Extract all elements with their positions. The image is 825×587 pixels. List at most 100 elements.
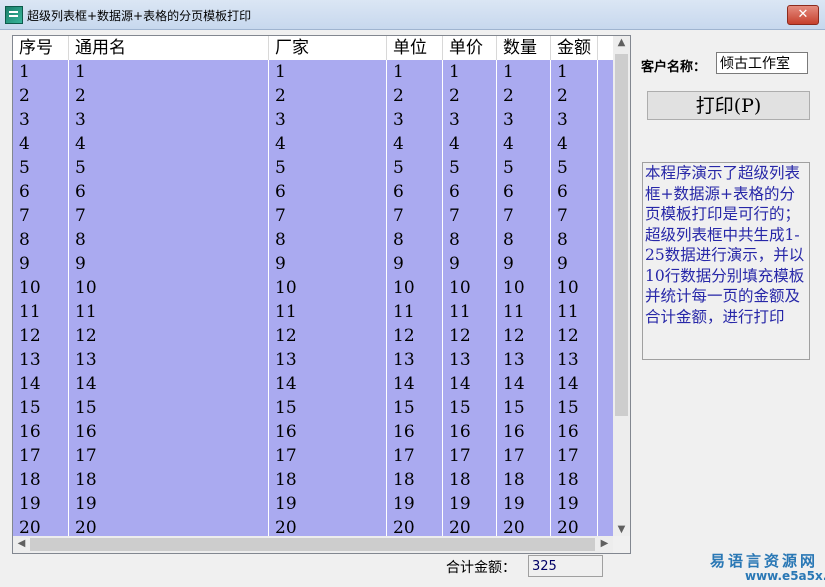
table-cell: 7 (497, 204, 551, 228)
table-cell: 11 (69, 300, 269, 324)
table-cell: 20 (69, 516, 269, 536)
table-cell: 13 (387, 348, 443, 372)
table-cell: 4 (69, 132, 269, 156)
table-cell: 10 (497, 276, 551, 300)
table-row[interactable]: 6666666 (13, 180, 613, 204)
vertical-scroll-thumb[interactable] (615, 54, 628, 416)
table-row[interactable]: 11 11 11 11 11 11 11 (13, 300, 613, 324)
table-cell: 2 (387, 84, 443, 108)
table-cell: 2 (269, 84, 387, 108)
table-row[interactable]: 8888888 (13, 228, 613, 252)
table-row[interactable]: 14 14 14 14 14 14 14 (13, 372, 613, 396)
table-cell: 6 (387, 180, 443, 204)
column-header[interactable]: 单位 (387, 36, 443, 60)
table-row[interactable]: 12 12 12 12 12 12 12 (13, 324, 613, 348)
table-row[interactable]: 9999999 (13, 252, 613, 276)
table-cell: 20 (13, 516, 69, 536)
table-cell: 5 (443, 156, 497, 180)
table-cell: 6 (269, 180, 387, 204)
table-cell: 16 (387, 420, 443, 444)
table-cell: 19 (269, 492, 387, 516)
table-row[interactable]: 1111111 (13, 60, 613, 84)
table-cell: 10 (387, 276, 443, 300)
table-cell: 18 (387, 468, 443, 492)
table-cell: 17 (551, 444, 598, 468)
table-cell: 8 (443, 228, 497, 252)
table-cell: 1 (443, 60, 497, 84)
total-amount-label: 合计金额： (446, 560, 516, 576)
close-button[interactable]: ✕ (787, 5, 819, 25)
table-cell: 10 (69, 276, 269, 300)
column-header[interactable]: 序号 (13, 36, 69, 60)
table-row[interactable]: 10 10 10 10 10 10 10 (13, 276, 613, 300)
print-button[interactable]: 打印(P) (647, 91, 810, 120)
table-cell: 4 (443, 132, 497, 156)
table-cell: 7 (443, 204, 497, 228)
table-cell: 15 (13, 396, 69, 420)
table-row[interactable]: 20 20 20 20 20 20 20 (13, 516, 613, 536)
table-cell: 15 (269, 396, 387, 420)
table-cell: 11 (269, 300, 387, 324)
table-cell: 10 (551, 276, 598, 300)
table-cell: 1 (551, 60, 598, 84)
table-cell: 20 (551, 516, 598, 536)
table-cell: 4 (551, 132, 598, 156)
scroll-left-icon[interactable]: ◀ (13, 538, 30, 549)
table-cell: 16 (69, 420, 269, 444)
table-cell: 5 (551, 156, 598, 180)
table-row[interactable]: 5555555 (13, 156, 613, 180)
watermark-logo-text: 易语言资源网 (710, 552, 819, 570)
table-cell: 10 (13, 276, 69, 300)
horizontal-scrollbar[interactable]: ◀ ▶ (13, 536, 613, 553)
table-cell: 14 (13, 372, 69, 396)
table-cell: 1 (269, 60, 387, 84)
description-text: 本程序演示了超级列表框+数据源+表格的分页模板打印是可行的；超级列表框中共生成1… (642, 162, 810, 360)
table-cell: 15 (69, 396, 269, 420)
table-row[interactable]: 18 18 18 18 18 18 18 (13, 468, 613, 492)
column-header[interactable]: 单价 (443, 36, 497, 60)
table-cell: 19 (69, 492, 269, 516)
table-row[interactable]: 7777777 (13, 204, 613, 228)
vertical-scrollbar[interactable]: ▲ ▼ (613, 36, 630, 536)
table-row[interactable]: 15 15 15 15 15 15 15 (13, 396, 613, 420)
table-cell: 14 (551, 372, 598, 396)
table-cell: 9 (443, 252, 497, 276)
scroll-down-icon[interactable]: ▼ (613, 524, 630, 535)
table-cell: 4 (387, 132, 443, 156)
table-row[interactable]: 13 13 13 13 13 13 13 (13, 348, 613, 372)
watermark-url: www.e5a5x.com (745, 569, 825, 583)
scroll-right-icon[interactable]: ▶ (596, 538, 613, 549)
table-cell: 7 (69, 204, 269, 228)
table-cell: 15 (497, 396, 551, 420)
table-row[interactable]: 16 16 16 16 16 16 16 (13, 420, 613, 444)
table-cell: 5 (69, 156, 269, 180)
column-header[interactable]: 厂家 (269, 36, 387, 60)
table-cell: 2 (443, 84, 497, 108)
table-cell: 5 (269, 156, 387, 180)
table-cell: 1 (13, 60, 69, 84)
table-cell: 19 (551, 492, 598, 516)
horizontal-scroll-thumb[interactable] (30, 538, 595, 551)
table-row[interactable]: 19 19 19 19 19 19 19 (13, 492, 613, 516)
table-row[interactable]: 2222222 (13, 84, 613, 108)
table-cell: 18 (497, 468, 551, 492)
table-row[interactable]: 3333333 (13, 108, 613, 132)
scroll-up-icon[interactable]: ▲ (613, 37, 630, 48)
column-header[interactable]: 金额 (551, 36, 598, 60)
super-list-box[interactable]: 序号 通用名 厂家 单位 单价 数量 金额 111111122222223333333444… (12, 35, 631, 554)
table-cell: 4 (269, 132, 387, 156)
total-amount-value: 325 (528, 555, 603, 577)
table-cell: 13 (551, 348, 598, 372)
table-row[interactable]: 17 17 17 17 17 17 17 (13, 444, 613, 468)
table-cell: 12 (269, 324, 387, 348)
table-cell: 17 (387, 444, 443, 468)
column-header[interactable]: 通用名 (69, 36, 269, 60)
customer-name-input[interactable]: 倾古工作室 (716, 52, 808, 74)
column-header[interactable]: 数量 (497, 36, 551, 60)
table-cell: 3 (269, 108, 387, 132)
table-row[interactable]: 4444444 (13, 132, 613, 156)
table-cell: 4 (497, 132, 551, 156)
table-cell: 20 (269, 516, 387, 536)
table-cell: 19 (443, 492, 497, 516)
table-cell: 6 (497, 180, 551, 204)
